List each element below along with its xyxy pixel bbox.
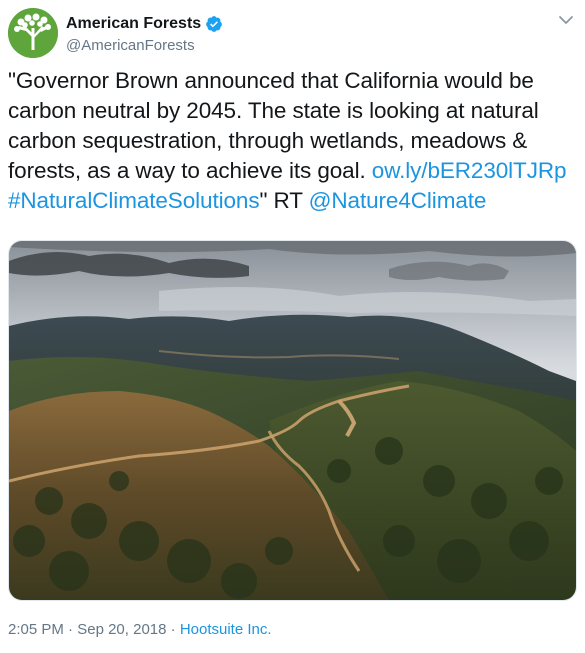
- tweet-header: American Forests @AmericanForests: [8, 8, 578, 60]
- tweet-meta: 2:05 PM · Sep 20, 2018 · Hootsuite Inc.: [8, 621, 272, 638]
- landscape-photo: [9, 241, 576, 600]
- avatar[interactable]: [8, 8, 58, 58]
- tweet-date[interactable]: Sep 20, 2018: [77, 621, 166, 638]
- meta-separator: ·: [166, 621, 180, 638]
- tweet-link[interactable]: ow.ly/bER230lTJRp: [372, 158, 567, 183]
- account-names: American Forests @AmericanForests: [66, 13, 223, 54]
- account-handle[interactable]: @AmericanForests: [66, 37, 223, 54]
- verified-badge-icon: [206, 16, 223, 32]
- tweet-text: "Governor Brown announced that Californi…: [8, 66, 578, 216]
- tweet-rt-text: " RT: [259, 188, 309, 213]
- tweet-time[interactable]: 2:05 PM: [8, 621, 64, 638]
- tree-logo-icon: [8, 8, 58, 58]
- tweet-photo[interactable]: [8, 240, 577, 601]
- tweet-hashtag[interactable]: #NaturalClimateSolutions: [8, 188, 260, 213]
- tweet-source[interactable]: Hootsuite Inc.: [180, 621, 272, 638]
- tweet-mention[interactable]: @Nature4Climate: [309, 188, 487, 213]
- display-name-row: American Forests: [66, 13, 223, 35]
- meta-separator: ·: [63, 621, 78, 638]
- display-name[interactable]: American Forests: [66, 15, 201, 33]
- chevron-down-icon[interactable]: [556, 10, 576, 30]
